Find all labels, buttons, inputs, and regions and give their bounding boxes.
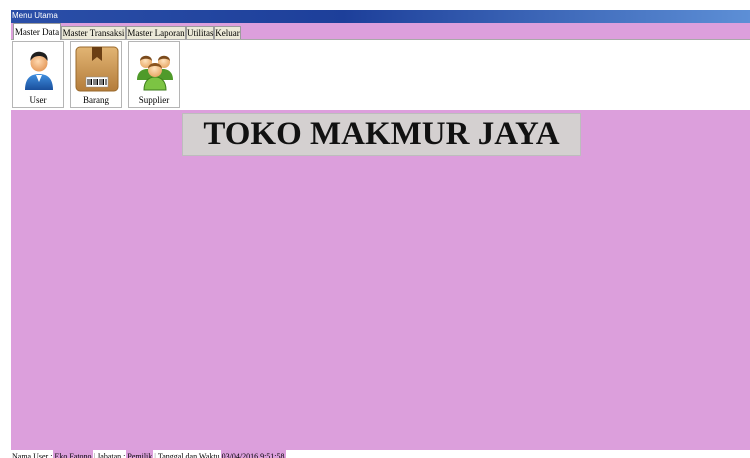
desktop-gutter — [0, 0, 11, 458]
barang-button-label: Barang — [83, 95, 109, 105]
supplier-button[interactable]: Supplier — [128, 41, 180, 108]
barang-button[interactable]: Barang — [70, 41, 122, 108]
status-role-label: Jabatan : — [97, 452, 126, 458]
user-icon — [25, 51, 53, 90]
tab-master-transaksi[interactable]: Master Transaksi — [61, 26, 126, 40]
user-button-label: User — [29, 95, 47, 105]
main-window: Menu Utama Master Data Master Transaksi … — [11, 10, 750, 458]
status-role-value: Pemilik — [126, 450, 154, 458]
status-user-value: Eko Fatono — [53, 450, 93, 458]
supplier-button-label: Supplier — [138, 95, 170, 105]
ribbon-panel: User Barang Supplier — [11, 39, 750, 111]
status-bar: Nama User : Eko Fatono | Jabatan : Pemilik | T… — [11, 450, 750, 458]
main-area: TOKO MAKMUR JAYA — [11, 110, 750, 450]
tab-master-laporan[interactable]: Master Laporan — [126, 26, 186, 40]
tab-master-data[interactable]: Master Data — [13, 23, 61, 40]
group-icon — [137, 55, 173, 91]
status-datetime-label: Tanggal dan Waktu — [157, 452, 220, 458]
status-user-label: Nama User : — [12, 452, 53, 458]
tab-keluar[interactable]: Keluar — [214, 26, 241, 40]
status-datetime-value: 03/04/2016 9:51:58 — [220, 450, 286, 458]
tab-utilitas[interactable]: Utilitas — [186, 26, 214, 40]
window-title: Menu Utama — [12, 11, 58, 20]
box-icon — [75, 46, 119, 92]
title-bar[interactable]: Menu Utama — [11, 10, 750, 23]
user-button[interactable]: User — [12, 41, 64, 108]
store-name-banner: TOKO MAKMUR JAYA — [182, 113, 581, 156]
